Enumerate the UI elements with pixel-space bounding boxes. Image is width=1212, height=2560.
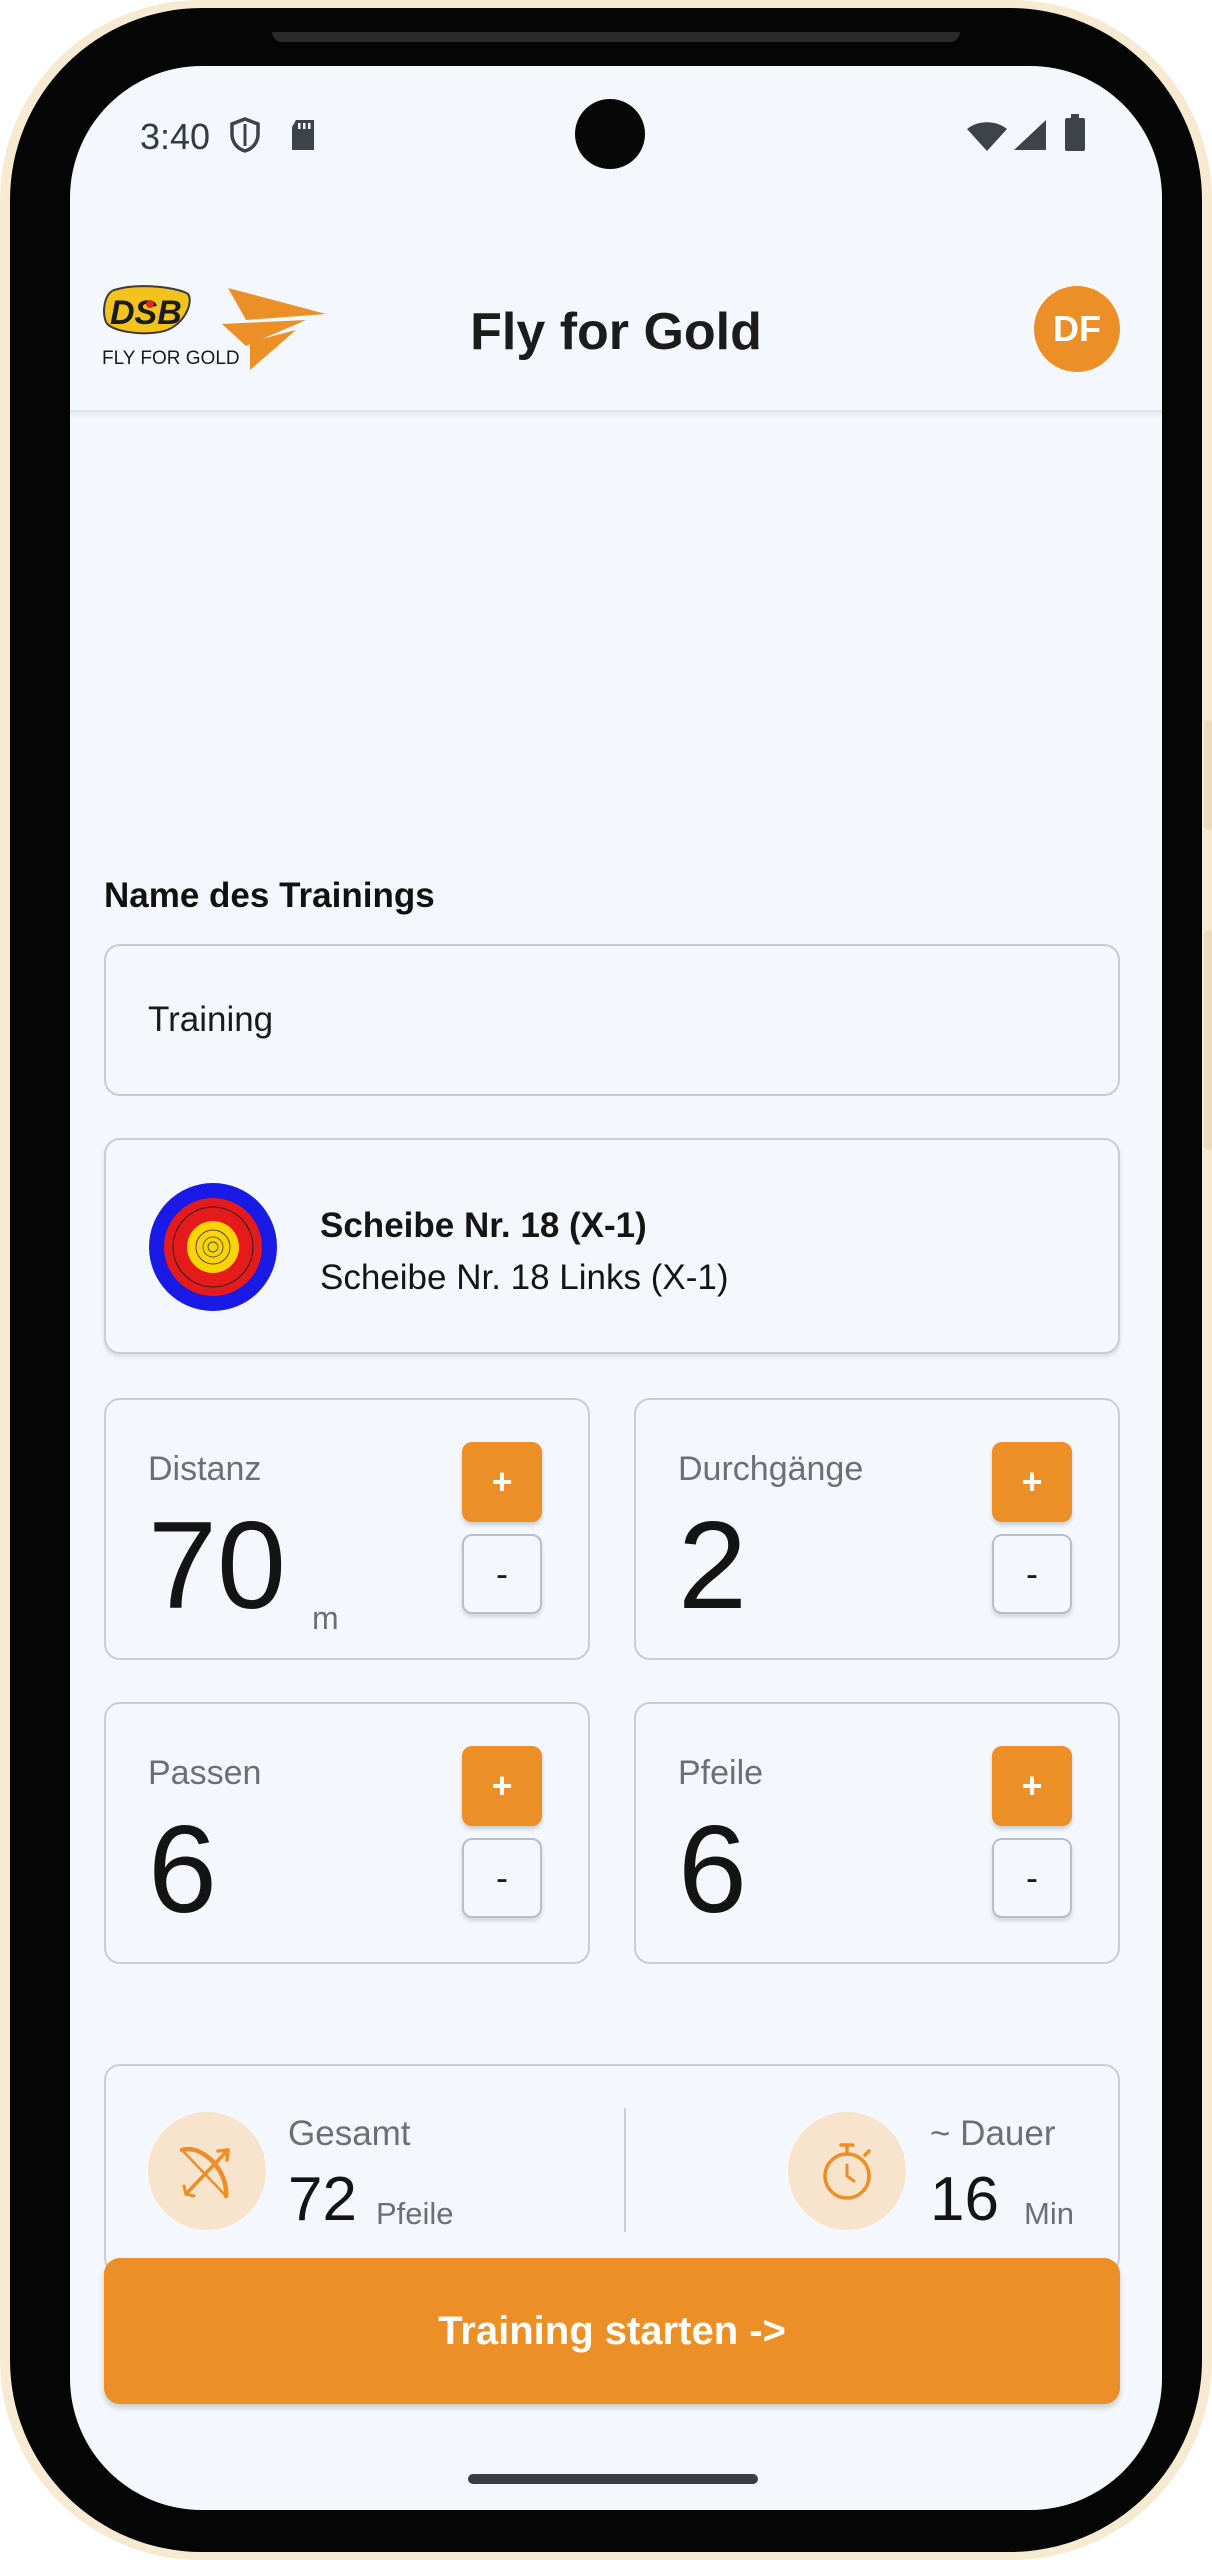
rounds-increment-button[interactable]: + bbox=[992, 1442, 1072, 1522]
distance-value: 70 bbox=[148, 1497, 286, 1635]
home-indicator[interactable] bbox=[468, 2474, 758, 2484]
total-unit: Pfeile bbox=[376, 2196, 454, 2231]
duration-label: ~ Dauer bbox=[930, 2114, 1056, 2153]
rounds-decrement-button[interactable]: - bbox=[992, 1534, 1072, 1614]
target-face-icon bbox=[148, 1182, 278, 1312]
wifi-icon bbox=[966, 120, 1008, 157]
distance-card: Distanz 70 m + - bbox=[104, 1398, 590, 1660]
distance-decrement-button[interactable]: - bbox=[462, 1534, 542, 1614]
shield-icon bbox=[228, 116, 262, 159]
duration-unit: Min bbox=[1024, 2196, 1074, 2231]
summary-card: Gesamt 72 Pfeile ~ Dauer 16 Min bbox=[104, 2064, 1120, 2274]
total-value: 72 bbox=[288, 2165, 357, 2234]
summary-divider bbox=[624, 2108, 626, 2232]
phone-bezel: 3:40 DSB FLY FOR GOLD Fly for Gold DF Na… bbox=[10, 8, 1202, 2552]
app-screen: 3:40 DSB FLY FOR GOLD Fly for Gold DF Na… bbox=[70, 66, 1162, 2510]
total-label: Gesamt bbox=[288, 2114, 411, 2153]
training-name-label: Name des Trainings bbox=[104, 876, 435, 915]
ends-increment-button[interactable]: + bbox=[462, 1746, 542, 1826]
power-button bbox=[1204, 930, 1212, 1150]
sd-card-icon bbox=[288, 118, 318, 157]
app-bar: DSB FLY FOR GOLD Fly for Gold DF bbox=[70, 216, 1162, 412]
arrows-value: 6 bbox=[678, 1801, 747, 1939]
ends-label: Passen bbox=[148, 1754, 262, 1792]
duration-value: 16 bbox=[930, 2165, 999, 2234]
arrows-decrement-button[interactable]: - bbox=[992, 1838, 1072, 1918]
earpiece bbox=[272, 32, 960, 42]
distance-increment-button[interactable]: + bbox=[462, 1442, 542, 1522]
battery-icon bbox=[1064, 114, 1086, 157]
ends-decrement-button[interactable]: - bbox=[462, 1838, 542, 1918]
distance-unit: m bbox=[312, 1600, 339, 1636]
phone-frame: 3:40 DSB FLY FOR GOLD Fly for Gold DF Na… bbox=[0, 0, 1212, 2560]
app-title: Fly for Gold bbox=[470, 303, 762, 361]
user-avatar[interactable]: DF bbox=[1034, 286, 1120, 372]
status-time: 3:40 bbox=[140, 116, 211, 157]
rounds-card: Durchgänge 2 + - bbox=[634, 1398, 1120, 1660]
target-face-title: Scheibe Nr. 18 (X-1) bbox=[320, 1206, 647, 1245]
front-camera bbox=[575, 99, 645, 169]
ends-value: 6 bbox=[148, 1801, 217, 1939]
stopwatch-icon bbox=[788, 2112, 906, 2230]
distance-label: Distanz bbox=[148, 1450, 262, 1488]
arrows-increment-button[interactable]: + bbox=[992, 1746, 1072, 1826]
target-face-subtitle: Scheibe Nr. 18 Links (X-1) bbox=[320, 1258, 729, 1297]
start-training-button[interactable]: Training starten -> bbox=[104, 2258, 1120, 2404]
ends-card: Passen 6 + - bbox=[104, 1702, 590, 1964]
rounds-label: Durchgänge bbox=[678, 1450, 864, 1488]
arrows-card: Pfeile 6 + - bbox=[634, 1702, 1120, 1964]
volume-button bbox=[1204, 720, 1212, 830]
training-name-input[interactable] bbox=[104, 944, 1120, 1096]
status-bar: 3:40 bbox=[70, 66, 1162, 216]
target-face-card[interactable]: Scheibe Nr. 18 (X-1) Scheibe Nr. 18 Link… bbox=[104, 1138, 1120, 1354]
rounds-value: 2 bbox=[678, 1497, 747, 1635]
bow-arrow-icon bbox=[148, 2112, 266, 2230]
arrows-label: Pfeile bbox=[678, 1754, 764, 1792]
cellular-signal-icon bbox=[1012, 118, 1048, 157]
